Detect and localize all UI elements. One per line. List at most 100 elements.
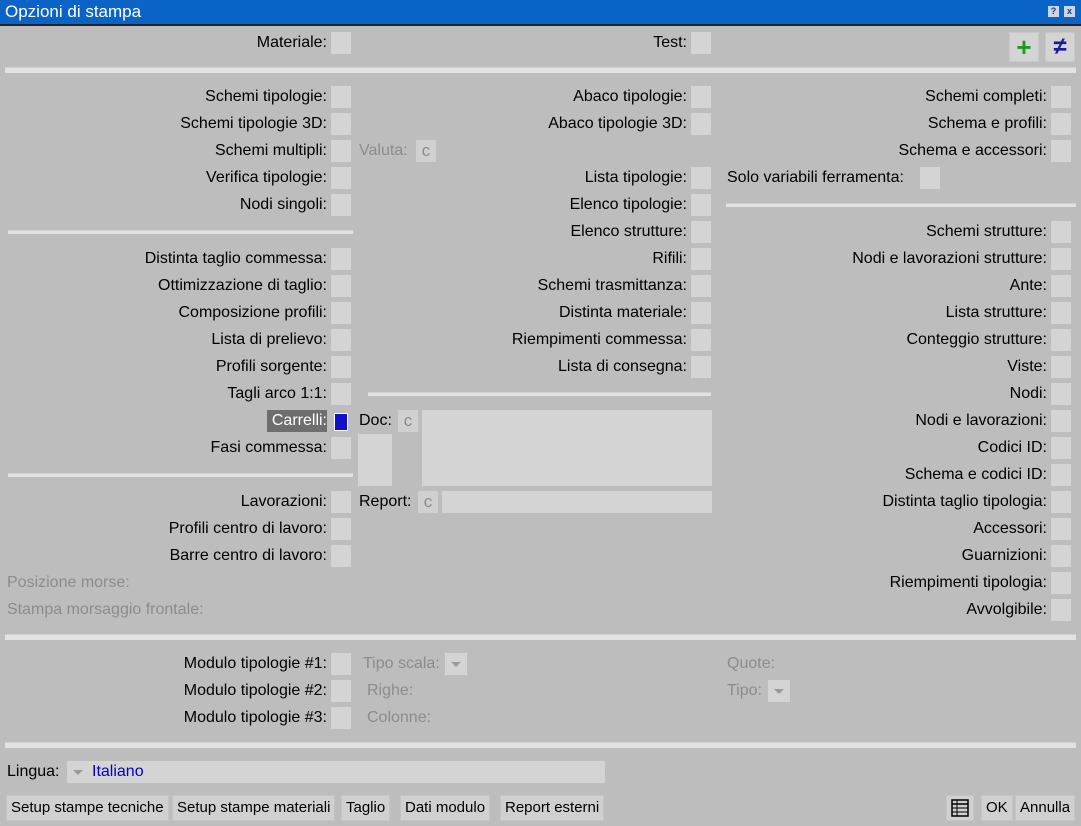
verifica-tipologie-checkbox[interactable] bbox=[331, 167, 351, 189]
lista-strutture-checkbox[interactable] bbox=[1051, 302, 1071, 324]
carrelli-checkbox[interactable] bbox=[334, 413, 348, 431]
lingua-field[interactable]: Italiano bbox=[89, 761, 605, 783]
lista-prelievo-checkbox[interactable] bbox=[331, 329, 351, 351]
guarnizioni-checkbox[interactable] bbox=[1051, 545, 1071, 567]
profili-sorgente-checkbox[interactable] bbox=[331, 356, 351, 378]
distinta-materiale-checkbox[interactable] bbox=[691, 302, 711, 324]
rifili-checkbox[interactable] bbox=[691, 248, 711, 270]
nodi-singoli-label: Nodi singoli: bbox=[239, 196, 327, 213]
setup-stampe-materiali-button[interactable]: Setup stampe materiali bbox=[172, 795, 336, 821]
nodi-lavorazioni-strutture-checkbox[interactable] bbox=[1051, 248, 1071, 270]
modulo-tipologie-1-checkbox[interactable] bbox=[331, 653, 351, 675]
report-combo[interactable]: c bbox=[418, 491, 438, 513]
window-title: Opzioni di stampa bbox=[5, 2, 142, 21]
doc-combo[interactable]: c bbox=[398, 410, 418, 432]
table-icon[interactable] bbox=[946, 795, 974, 821]
composizione-profili-label: Composizione profili: bbox=[178, 304, 327, 321]
profili-sorgente-label: Profili sorgente: bbox=[215, 358, 327, 375]
schemi-strutture-checkbox[interactable] bbox=[1051, 221, 1071, 243]
distinta-taglio-tipologia-checkbox[interactable] bbox=[1051, 491, 1071, 513]
tipo-label: Tipo: bbox=[727, 682, 762, 699]
test-checkbox[interactable] bbox=[691, 32, 711, 54]
lingua-dropdown[interactable] bbox=[67, 761, 89, 783]
nodi-checkbox[interactable] bbox=[1051, 383, 1071, 405]
modulo-tipologie-2-checkbox[interactable] bbox=[331, 680, 351, 702]
schemi-tipologie-checkbox[interactable] bbox=[331, 86, 351, 108]
verifica-tipologie-label: Verifica tipologie: bbox=[206, 169, 327, 186]
abaco-tipologie-checkbox[interactable] bbox=[691, 86, 711, 108]
elenco-tipologie-checkbox[interactable] bbox=[691, 194, 711, 216]
fasi-commessa-checkbox[interactable] bbox=[331, 437, 351, 459]
plus-icon[interactable]: + bbox=[1009, 32, 1039, 62]
tipo-dropdown[interactable] bbox=[768, 680, 790, 702]
materiale-label: Materiale: bbox=[256, 34, 327, 51]
valuta-combo[interactable]: c bbox=[416, 140, 436, 162]
report-label: Report: bbox=[359, 493, 412, 510]
avvolgibile-checkbox[interactable] bbox=[1051, 599, 1071, 621]
taglio-button[interactable]: Taglio bbox=[341, 795, 391, 821]
abaco-tipologie-3d-checkbox[interactable] bbox=[691, 113, 711, 135]
riempimenti-tipologia-label: Riempimenti tipologia: bbox=[889, 574, 1047, 591]
tipo-scala-dropdown[interactable] bbox=[445, 653, 467, 675]
report-esterni-button[interactable]: Report esterni bbox=[500, 795, 605, 821]
modulo-tipologie-3-label: Modulo tipologie #3: bbox=[183, 709, 327, 726]
lista-consegna-checkbox[interactable] bbox=[691, 356, 711, 378]
dati-modulo-button[interactable]: Dati modulo bbox=[400, 795, 491, 821]
elenco-tipologie-label: Elenco tipologie: bbox=[569, 196, 687, 213]
ottimizzazione-taglio-checkbox[interactable] bbox=[331, 275, 351, 297]
accessori-checkbox[interactable] bbox=[1051, 518, 1071, 540]
schema-accessori-checkbox[interactable] bbox=[1051, 140, 1071, 162]
schema-codici-id-label: Schema e codici ID: bbox=[904, 466, 1047, 483]
schemi-strutture-label: Schemi strutture: bbox=[926, 223, 1047, 240]
schemi-tipologie-3d-checkbox[interactable] bbox=[331, 113, 351, 135]
nodi-lavorazioni-checkbox[interactable] bbox=[1051, 410, 1071, 432]
ottimizzazione-taglio-label: Ottimizzazione di taglio: bbox=[158, 277, 327, 294]
nodi-label: Nodi: bbox=[1009, 385, 1047, 402]
riempimenti-tipologia-checkbox[interactable] bbox=[1051, 572, 1071, 594]
close-icon[interactable]: x bbox=[1064, 6, 1075, 17]
title-bar: Opzioni di stampa ? x bbox=[0, 0, 1081, 24]
barre-centro-lavoro-checkbox[interactable] bbox=[331, 545, 351, 567]
lavorazioni-checkbox[interactable] bbox=[331, 491, 351, 513]
title-divider bbox=[0, 24, 1081, 26]
distinta-taglio-commessa-checkbox[interactable] bbox=[331, 248, 351, 270]
schemi-multipli-checkbox[interactable] bbox=[331, 140, 351, 162]
distinta-taglio-commessa-label: Distinta taglio commessa: bbox=[144, 250, 327, 267]
doc-list-left[interactable] bbox=[358, 434, 392, 486]
schema-codici-id-checkbox[interactable] bbox=[1051, 464, 1071, 486]
riempimenti-commessa-label: Riempimenti commessa: bbox=[511, 331, 687, 348]
schemi-trasmittanza-checkbox[interactable] bbox=[691, 275, 711, 297]
lista-prelievo-label: Lista di prelievo: bbox=[211, 331, 327, 348]
help-icon[interactable]: ? bbox=[1048, 6, 1059, 17]
composizione-profili-checkbox[interactable] bbox=[331, 302, 351, 324]
ok-button[interactable]: OK bbox=[981, 795, 1013, 821]
schema-profili-checkbox[interactable] bbox=[1051, 113, 1071, 135]
modulo-tipologie-3-checkbox[interactable] bbox=[331, 707, 351, 729]
annulla-button[interactable]: Annulla bbox=[1015, 795, 1076, 821]
avvolgibile-label: Avvolgibile: bbox=[966, 601, 1047, 618]
conteggio-strutture-label: Conteggio strutture: bbox=[906, 331, 1047, 348]
tagli-arco-checkbox[interactable] bbox=[331, 383, 351, 405]
separator-bottom bbox=[5, 742, 1076, 748]
elenco-strutture-checkbox[interactable] bbox=[691, 221, 711, 243]
solo-variabili-ferramenta-checkbox[interactable] bbox=[920, 167, 940, 189]
tagli-arco-label: Tagli arco 1:1: bbox=[227, 385, 327, 402]
report-field[interactable] bbox=[442, 491, 712, 513]
riempimenti-commessa-checkbox[interactable] bbox=[691, 329, 711, 351]
lista-tipologie-checkbox[interactable] bbox=[691, 167, 711, 189]
ante-checkbox[interactable] bbox=[1051, 275, 1071, 297]
not-equal-icon[interactable]: ≠ bbox=[1045, 32, 1075, 62]
codici-id-checkbox[interactable] bbox=[1051, 437, 1071, 459]
setup-stampe-tecniche-button[interactable]: Setup stampe tecniche bbox=[6, 795, 169, 821]
materiale-checkbox[interactable] bbox=[331, 32, 351, 54]
carrelli-label: Carrelli: bbox=[267, 410, 327, 432]
valuta-label: Valuta: bbox=[359, 142, 408, 159]
schemi-completi-checkbox[interactable] bbox=[1051, 86, 1071, 108]
conteggio-strutture-checkbox[interactable] bbox=[1051, 329, 1071, 351]
schemi-multipli-label: Schemi multipli: bbox=[214, 142, 327, 159]
nodi-singoli-checkbox[interactable] bbox=[331, 194, 351, 216]
profili-centro-lavoro-checkbox[interactable] bbox=[331, 518, 351, 540]
doc-list[interactable] bbox=[422, 410, 712, 486]
viste-checkbox[interactable] bbox=[1051, 356, 1071, 378]
schemi-tipologie-3d-label: Schemi tipologie 3D: bbox=[180, 115, 327, 132]
